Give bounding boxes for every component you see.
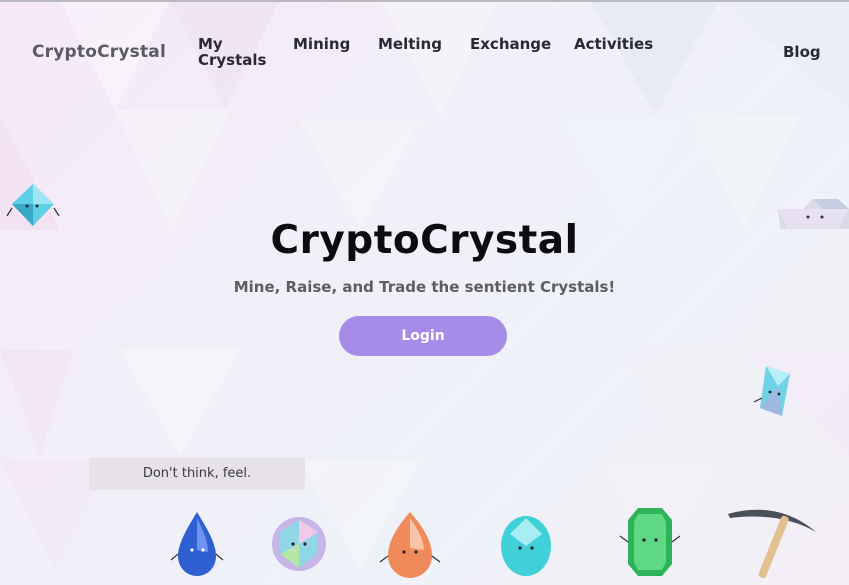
- login-button[interactable]: Login: [339, 316, 507, 356]
- blue-drop-crystal-icon: [170, 512, 224, 576]
- nav-melting[interactable]: Melting: [378, 36, 442, 52]
- top-border-line: [0, 0, 849, 2]
- pickaxe-icon: [728, 509, 816, 579]
- nav-my-crystals-line2: Crystals: [198, 51, 267, 69]
- diamond-crystal-icon: [778, 199, 849, 229]
- speech-bubble: Don't think, feel.: [89, 458, 305, 490]
- rainbow-round-crystal-icon: [272, 517, 326, 571]
- orange-drop-crystal-icon: [379, 512, 441, 578]
- nav-my-crystals[interactable]: My Crystals: [198, 36, 278, 68]
- aqua-oval-crystal-icon: [501, 516, 551, 576]
- brand-logo-text[interactable]: CryptoCrystal: [32, 42, 166, 62]
- nav-exchange[interactable]: Exchange: [470, 36, 551, 52]
- hero-subtitle: Mine, Raise, and Trade the sentient Crys…: [233, 278, 616, 296]
- cyan-octahedron-crystal-icon: [6, 184, 60, 226]
- nav-blog[interactable]: Blog: [783, 44, 821, 60]
- nav-mining[interactable]: Mining: [293, 36, 350, 52]
- cyan-shard-crystal-icon: [753, 366, 790, 416]
- nav-activities[interactable]: Activities: [574, 36, 653, 52]
- green-emerald-crystal-icon: [619, 508, 681, 576]
- hero-title: CryptoCrystal: [270, 218, 579, 263]
